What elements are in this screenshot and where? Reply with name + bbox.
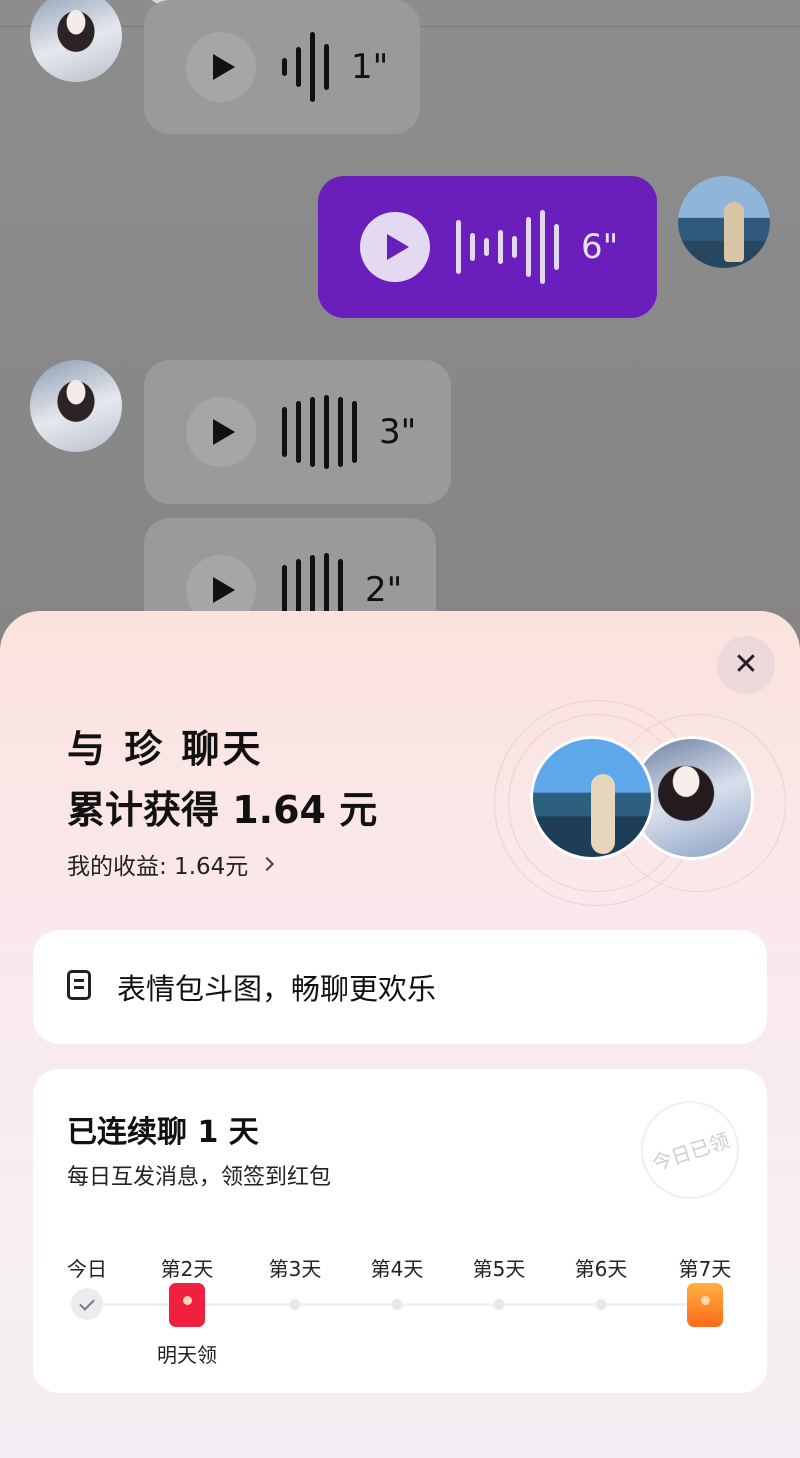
gold-packet-icon[interactable] [687,1283,723,1327]
avatar[interactable] [30,0,122,82]
waveform [282,395,357,469]
close-icon[interactable]: ✕ [733,650,758,680]
day-label: 今日 [67,1257,107,1281]
voice-message-sent[interactable]: 6" [318,176,657,318]
claimed-stamp: 今日已领 [628,1088,752,1212]
chat-reward-sheet: ✕ 与 珍 聊天 累计获得 1.64 元 我的收益: 1.64元 表情包斗图，畅… [0,611,800,1458]
day-dot [493,1299,505,1310]
avatar[interactable] [30,360,122,452]
chevron-right-icon [260,856,275,872]
red-packet-icon[interactable] [169,1283,205,1327]
check-icon [71,1288,103,1320]
avatar-me [530,736,654,860]
streak-card: 已连续聊 1 天 每日互发消息，领签到红包 今日已领 今日 第2天 第3天 第4… [33,1069,767,1393]
voice-duration: 6" [581,227,619,267]
waveform [282,32,329,102]
play-icon[interactable] [186,32,256,102]
streak-title: 已连续聊 1 天 [67,1115,259,1150]
earned-total: 累计获得 1.64 元 [67,788,378,832]
avatar-pair [494,700,786,906]
day-dot [391,1299,403,1310]
chat-area: 1" 6" 3" 2" [0,0,800,662]
day-label: 第6天 [574,1257,628,1281]
day-dot [289,1299,301,1310]
voice-duration: 1" [351,47,389,87]
my-income-label: 我的收益: 1.64元 [67,854,249,880]
day-dot [595,1299,607,1310]
day-label: 第4天 [370,1257,424,1281]
sheet-title: 与 珍 聊天 [67,727,264,771]
streak-subtitle: 每日互发消息，领签到红包 [67,1165,332,1190]
sticker-tip-card[interactable]: 表情包斗图，畅聊更欢乐 [33,930,767,1044]
my-income-link[interactable]: 我的收益: 1.64元 [67,847,275,881]
avatar[interactable] [678,176,770,268]
day-label: 第7天 [678,1257,732,1281]
waveform [456,210,559,284]
day-timeline: 今日 第2天 第3天 第4天 第5天 第6天 第7天 明天领 [33,1239,767,1389]
play-icon[interactable] [360,212,430,282]
voice-message[interactable]: 1" [144,0,420,134]
play-icon[interactable] [186,397,256,467]
claim-tomorrow-note: 明天领 [157,1343,217,1367]
voice-duration: 2" [365,570,403,610]
tip-text: 表情包斗图，畅聊更欢乐 [117,972,437,1006]
document-icon [67,970,97,1004]
day-label: 第2天 [160,1257,214,1281]
voice-duration: 3" [379,412,417,452]
close-button[interactable]: ✕ [717,636,775,694]
day-label: 第5天 [472,1257,526,1281]
voice-message[interactable]: 3" [144,360,451,504]
day-label: 第3天 [268,1257,322,1281]
